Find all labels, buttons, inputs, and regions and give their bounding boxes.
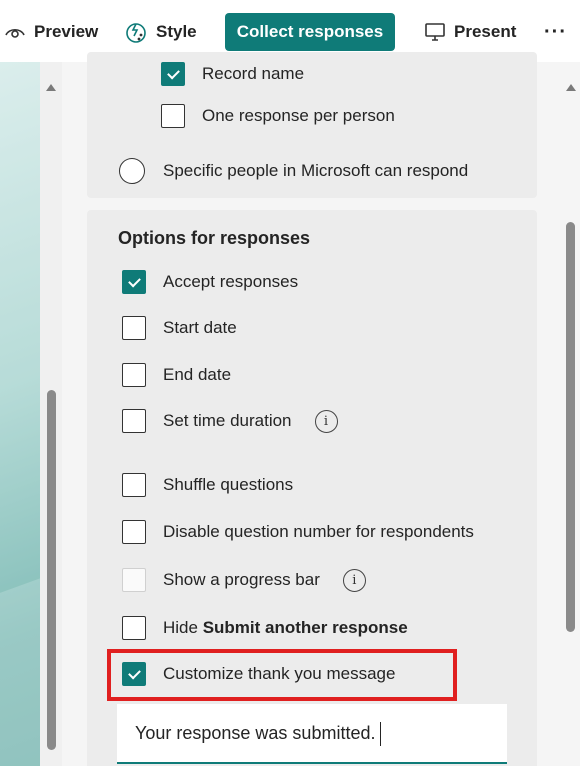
present-button[interactable]: Present — [424, 14, 516, 50]
specific-people-label: Specific people in Microsoft can respond — [163, 161, 469, 180]
time-duration-label: Set time duration — [163, 411, 292, 430]
record-name-label: Record name — [202, 64, 305, 83]
one-response-label: One response per person — [202, 106, 395, 125]
preview-button[interactable]: Preview — [4, 14, 98, 50]
customize-thank-you-option[interactable]: Customize thank you message — [122, 662, 395, 686]
text-caret — [380, 722, 381, 746]
monitor-icon — [424, 21, 446, 43]
disable-question-number-checkbox[interactable] — [122, 520, 146, 544]
disable-question-number-label: Disable question number for respondents — [163, 522, 474, 541]
right-scrollbar[interactable] — [562, 62, 580, 766]
start-date-option[interactable]: Start date — [122, 316, 237, 340]
specific-people-option[interactable]: Specific people in Microsoft can respond — [119, 158, 468, 184]
record-name-checkbox[interactable] — [161, 62, 185, 86]
record-name-option[interactable]: Record name — [161, 62, 304, 86]
hide-submit-another-label: Hide Submit another response — [163, 618, 408, 638]
progress-bar-option[interactable]: Show a progress bar i — [122, 568, 366, 592]
start-date-checkbox[interactable] — [122, 316, 146, 340]
specific-people-radio[interactable] — [119, 158, 145, 184]
style-label: Style — [156, 22, 197, 41]
style-button[interactable]: Style — [124, 14, 197, 50]
shuffle-questions-checkbox[interactable] — [122, 473, 146, 497]
preview-label: Preview — [34, 22, 99, 41]
hide-submit-another-option[interactable]: Hide Submit another response — [122, 616, 408, 640]
info-icon[interactable]: i — [342, 568, 366, 592]
palette-icon — [124, 20, 148, 44]
progress-bar-label: Show a progress bar — [163, 570, 320, 589]
accept-responses-checkbox[interactable] — [122, 270, 146, 294]
settings-panel: Record name One response per person Spec… — [62, 52, 562, 766]
end-date-label: End date — [163, 365, 232, 384]
end-date-checkbox[interactable] — [122, 363, 146, 387]
scroll-up-arrow-icon[interactable] — [46, 84, 56, 91]
accept-responses-label: Accept responses — [163, 272, 299, 291]
time-duration-option[interactable]: Set time duration i — [122, 409, 338, 433]
hide-prefix: Hide — [163, 618, 203, 637]
time-duration-checkbox[interactable] — [122, 409, 146, 433]
progress-bar-checkbox[interactable] — [122, 568, 146, 592]
customize-thank-you-checkbox[interactable] — [122, 662, 146, 686]
hide-submit-another-checkbox[interactable] — [122, 616, 146, 640]
more-options-button[interactable]: ··· — [544, 14, 567, 50]
collect-responses-button[interactable]: Collect responses — [225, 13, 395, 51]
background-strip — [0, 62, 40, 766]
eye-icon — [4, 24, 26, 40]
more-icon: ··· — [544, 20, 567, 43]
disable-question-number-option[interactable]: Disable question number for respondents — [122, 520, 474, 544]
info-icon[interactable]: i — [314, 409, 338, 433]
scroll-thumb[interactable] — [47, 390, 56, 750]
options-title: Options for responses — [118, 228, 311, 248]
one-response-checkbox[interactable] — [161, 104, 185, 128]
scroll-thumb[interactable] — [566, 222, 575, 632]
customize-thank-you-label: Customize thank you message — [163, 664, 396, 683]
present-label: Present — [454, 22, 517, 41]
shuffle-questions-label: Shuffle questions — [163, 475, 294, 494]
accept-responses-option[interactable]: Accept responses — [122, 270, 298, 294]
start-date-label: Start date — [163, 318, 237, 337]
end-date-option[interactable]: End date — [122, 363, 231, 387]
shuffle-questions-option[interactable]: Shuffle questions — [122, 473, 293, 497]
scroll-up-arrow-icon[interactable] — [566, 84, 576, 91]
thank-you-message-input[interactable] — [117, 704, 507, 764]
left-scrollbar[interactable] — [40, 62, 62, 766]
one-response-option[interactable]: One response per person — [161, 104, 395, 128]
submit-another-bold: Submit another response — [202, 618, 408, 637]
